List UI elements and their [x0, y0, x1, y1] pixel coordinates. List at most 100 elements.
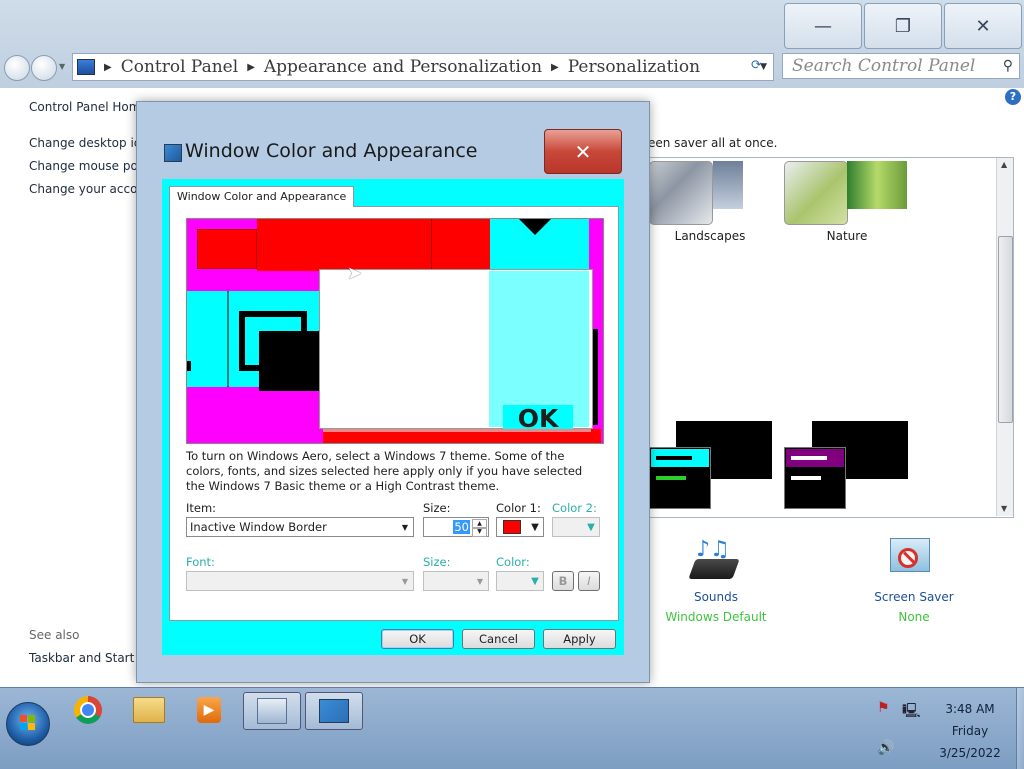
color1-swatch — [503, 520, 521, 534]
size-value[interactable]: 50 — [453, 520, 470, 534]
chevron-down-icon[interactable]: ▼ — [474, 574, 486, 588]
chevron-right-icon[interactable]: ▶ — [104, 62, 112, 73]
taskbar-start-menu-link[interactable]: Taskbar and Start M — [29, 651, 149, 665]
sounds-title[interactable]: Sounds — [656, 590, 776, 604]
mouse-cursor-icon: ➤ — [347, 263, 363, 284]
font-select[interactable]: ▼ — [186, 571, 414, 591]
themes-list: Landscapes Nature ▲ ▼ — [648, 157, 1014, 518]
chevron-down-icon[interactable]: ▼ — [399, 574, 411, 588]
screen-saver-instruction-text: een saver all at once. — [648, 136, 778, 150]
clock-day: Friday — [951, 724, 989, 738]
scroll-down-icon[interactable]: ▼ — [1001, 504, 1007, 513]
address-bar[interactable]: ▶ Control Panel ▶ Appearance and Persona… — [72, 53, 774, 81]
theme-nature-thumbnail[interactable] — [784, 161, 848, 225]
color2-label: Color 2: — [552, 501, 597, 515]
item-select[interactable]: Inactive Window Border ▼ — [186, 517, 414, 537]
see-also-heading: See also — [29, 628, 80, 642]
color1-label: Color 1: — [496, 501, 541, 515]
italic-button[interactable]: I — [578, 571, 600, 591]
spin-down-icon[interactable]: ▼ — [472, 527, 487, 537]
screen-saver-title[interactable]: Screen Saver — [854, 590, 974, 604]
item-select-value: Inactive Window Border — [190, 520, 327, 534]
recent-pages-chevron-icon[interactable]: ▼ — [59, 62, 65, 71]
control-panel-taskbar-icon[interactable] — [243, 692, 301, 730]
theme-landscapes-label[interactable]: Landscapes — [649, 229, 771, 243]
themes-scrollbar[interactable]: ▲ ▼ — [996, 158, 1013, 516]
clock-date: 3/25/2022 — [939, 746, 1001, 760]
ok-button[interactable]: OK — [381, 629, 454, 649]
apply-button[interactable]: Apply — [543, 629, 616, 649]
refresh-icon[interactable]: ⟳ — [751, 58, 771, 76]
screen-saver-value[interactable]: None — [854, 610, 974, 624]
minimize-button[interactable]: — — [784, 3, 862, 49]
chevron-right-icon[interactable]: ▶ — [551, 62, 559, 73]
change-mouse-pointers-link[interactable]: Change mouse poin — [29, 159, 149, 173]
tab-page: OK ➤ To turn on Windows Aero, select a W… — [169, 206, 619, 621]
preview-ok-button: OK — [503, 405, 573, 433]
chevron-down-icon[interactable]: ▼ — [399, 520, 411, 534]
file-explorer-taskbar-icon[interactable] — [121, 692, 177, 728]
breadcrumb-personalization[interactable]: Personalization — [568, 57, 700, 77]
control-panel-home-link[interactable]: Control Panel Home — [29, 100, 148, 114]
change-desktop-icons-link[interactable]: Change desktop ico — [29, 136, 148, 150]
bold-button[interactable]: B — [552, 571, 574, 591]
network-icon[interactable]: 🖳 — [902, 700, 921, 724]
font-color-picker[interactable]: ▼ — [496, 571, 544, 591]
sounds-icon[interactable]: ♪♫ — [688, 537, 740, 585]
window-chrome: — ❐ ✕ ▼ ▶ Control Panel ▶ Appearance and… — [0, 0, 1024, 88]
theme-landscapes-thumbnail[interactable] — [649, 161, 713, 225]
breadcrumb-control-panel[interactable]: Control Panel — [121, 57, 238, 77]
clock[interactable]: 3:48 AM Friday 3/25/2022 — [930, 698, 1010, 764]
show-desktop-button[interactable] — [1016, 688, 1024, 769]
tab-window-color[interactable]: Window Color and Appearance — [169, 186, 355, 207]
start-button[interactable] — [6, 702, 50, 746]
theme-landscapes-stack — [713, 161, 743, 209]
taskbar: ▶ ⚑ 🖳 🔊 3:48 AM Friday 3/25/2022 — [0, 687, 1024, 769]
dialog-close-button[interactable]: ✕ — [544, 129, 622, 174]
color2-picker[interactable]: ▼ — [552, 517, 600, 537]
back-button[interactable] — [4, 55, 30, 81]
dialog-app-icon — [164, 144, 182, 162]
window-color-taskbar-icon[interactable] — [305, 692, 363, 730]
action-center-flag-icon[interactable]: ⚑ — [877, 700, 890, 716]
breadcrumb-appearance[interactable]: Appearance and Personalization — [264, 57, 542, 77]
high-contrast-theme-1[interactable] — [649, 447, 711, 509]
item-label: Item: — [186, 501, 217, 515]
theme-nature-label[interactable]: Nature — [784, 229, 910, 243]
appearance-preview[interactable]: OK ➤ — [186, 218, 604, 444]
cancel-button[interactable]: Cancel — [462, 629, 535, 649]
dialog-title: Window Color and Appearance — [185, 140, 478, 162]
size-label: Size: — [423, 501, 451, 515]
color1-dropdown-icon[interactable]: ▼ — [529, 520, 541, 534]
window-color-dialog: Window Color and Appearance ✕ Window Col… — [136, 101, 650, 683]
help-icon[interactable]: ? — [1005, 89, 1021, 105]
font-size-select[interactable]: ▼ — [423, 571, 489, 591]
font-color-label: Color: — [496, 555, 530, 569]
search-icon[interactable]: ⚲ — [1003, 58, 1013, 74]
restore-button[interactable]: ❐ — [864, 3, 942, 49]
media-player-taskbar-icon[interactable]: ▶ — [181, 692, 237, 728]
color1-picker[interactable]: ▼ — [496, 517, 544, 537]
theme-nature-stack — [847, 161, 907, 209]
chrome-taskbar-icon[interactable] — [60, 692, 116, 728]
chevron-right-icon[interactable]: ▶ — [247, 62, 255, 73]
volume-icon[interactable]: 🔊 — [877, 740, 894, 756]
scroll-thumb[interactable] — [998, 236, 1013, 423]
aero-description: To turn on Windows Aero, select a Window… — [186, 449, 583, 493]
screen-saver-icon[interactable] — [888, 536, 936, 584]
change-account-picture-link[interactable]: Change your accou — [29, 182, 145, 196]
size-stepper[interactable]: 50 ▲ ▼ — [423, 517, 489, 537]
font-label: Font: — [186, 555, 215, 569]
font-color-dropdown-icon[interactable]: ▼ — [529, 574, 541, 588]
forward-button[interactable] — [31, 55, 57, 81]
color2-dropdown-icon[interactable]: ▼ — [585, 520, 597, 534]
scroll-up-icon[interactable]: ▲ — [1001, 160, 1007, 169]
search-placeholder: Search Control Panel — [792, 56, 976, 76]
close-window-button[interactable]: ✕ — [944, 3, 1022, 49]
clock-time: 3:48 AM — [945, 702, 995, 716]
control-panel-icon — [77, 59, 95, 75]
high-contrast-theme-2[interactable] — [784, 447, 846, 509]
search-input[interactable]: Search Control Panel ⚲ — [782, 53, 1020, 79]
sounds-value[interactable]: Windows Default — [656, 610, 776, 624]
font-size-label: Size: — [423, 555, 451, 569]
